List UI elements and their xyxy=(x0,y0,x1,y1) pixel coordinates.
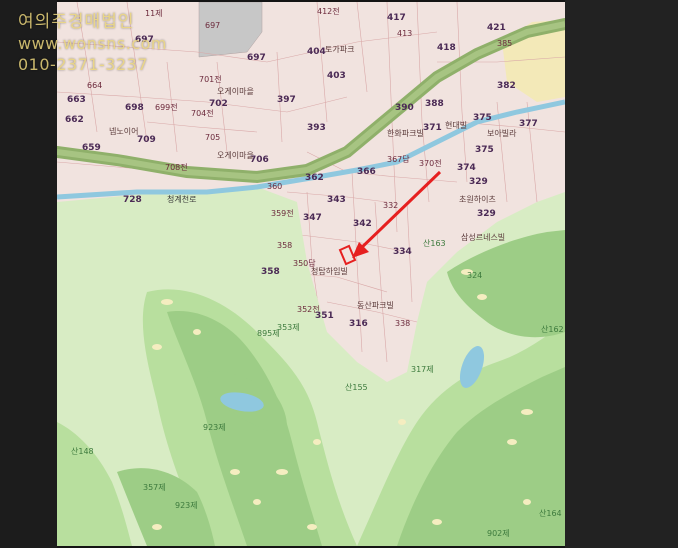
lot-label: 338 xyxy=(395,319,410,328)
lot-label: 413 xyxy=(397,29,412,38)
lot-label: 382 xyxy=(497,81,516,91)
lot-label: 697 xyxy=(135,35,154,45)
place-label: 넵노이어 xyxy=(109,126,138,136)
lot-label: 412전 xyxy=(317,6,340,16)
lot-label: 385 xyxy=(497,39,512,48)
lot-label: 367답 xyxy=(387,154,410,164)
place-label: 보아빌라 xyxy=(487,128,517,138)
lot-label: 산148 xyxy=(71,446,94,456)
lot-label: 421 xyxy=(487,23,506,33)
lot-label: 699전 xyxy=(155,102,178,112)
lot-label: 697 xyxy=(247,53,266,63)
lot-label: 709 xyxy=(137,135,156,145)
lot-label: 357제 xyxy=(143,483,166,492)
lot-label: 390 xyxy=(395,103,414,113)
lot-label: 662 xyxy=(65,115,84,125)
lot-label: 317제 xyxy=(411,365,434,374)
place-label: 동산파크빌 xyxy=(357,300,394,310)
lot-label: 353제 xyxy=(277,323,300,332)
lot-label: 374 xyxy=(457,163,476,173)
lot-label: 698 xyxy=(125,103,144,113)
lot-label: 산164 xyxy=(539,508,562,518)
lot-label: 704전 xyxy=(191,108,214,118)
map-svg: 11제 697 697 697 412전 404 417 421 385 413… xyxy=(57,2,565,546)
lot-label: 404 xyxy=(307,47,326,57)
lot-label: 산155 xyxy=(345,382,368,392)
lot-label: 375 xyxy=(473,113,492,123)
left-border xyxy=(0,0,57,548)
lot-label: 923제 xyxy=(203,423,226,432)
lot-label: 324 xyxy=(467,271,482,280)
right-border xyxy=(565,0,678,548)
lot-label: 343 xyxy=(327,195,346,205)
lot-label: 334 xyxy=(393,247,412,257)
lot-label: 360 xyxy=(267,182,282,191)
place-label: 청탑하임빌 xyxy=(311,266,348,276)
lot-label: 358 xyxy=(277,241,292,250)
lot-label: 417 xyxy=(387,13,406,23)
place-label: 토가파크 xyxy=(325,45,354,54)
lot-label: 332 xyxy=(383,201,398,210)
lot-label: 11제 xyxy=(145,9,163,18)
cadastral-map[interactable]: 11제 697 697 697 412전 404 417 421 385 413… xyxy=(57,2,565,546)
lot-label: 418 xyxy=(437,43,456,53)
place-label: 오게이마을 xyxy=(217,86,254,96)
lot-label: 397 xyxy=(277,95,296,105)
lot-label: 359전 xyxy=(271,208,294,218)
lot-label: 393 xyxy=(307,123,326,133)
lot-label: 316 xyxy=(349,319,368,329)
lot-label: 347 xyxy=(303,213,322,223)
lot-label: 329 xyxy=(469,177,488,187)
lot-label: 702 xyxy=(209,99,228,109)
place-label: 오게이마을 xyxy=(217,150,254,160)
lot-label: 701전 xyxy=(199,74,222,84)
lot-label: 663 xyxy=(67,95,86,105)
lot-label: 377 xyxy=(519,119,538,129)
lot-label: 산163 xyxy=(423,238,446,248)
lot-label: 923제 xyxy=(175,501,198,510)
lot-label: 705 xyxy=(205,133,220,142)
lot-label: 708전 xyxy=(165,162,188,172)
road-label: 청계천로 xyxy=(167,194,196,204)
lot-label: 358 xyxy=(261,267,280,277)
lot-label: 664 xyxy=(87,81,102,90)
lot-label: 728 xyxy=(123,195,142,205)
lot-label: 366 xyxy=(357,167,376,177)
place-label: 초원하이츠 xyxy=(459,194,496,204)
lot-label: 351 xyxy=(315,311,334,321)
lot-label: 388 xyxy=(425,99,444,109)
place-label: 한화파크빌 xyxy=(387,128,424,138)
screenshot-frame: 11제 697 697 697 412전 404 417 421 385 413… xyxy=(0,0,678,548)
place-label: 삼성르네스빌 xyxy=(461,232,505,242)
lot-label: 403 xyxy=(327,71,346,81)
lot-label: 375 xyxy=(475,145,494,155)
lot-label: 362 xyxy=(305,173,324,183)
lot-label: 370전 xyxy=(419,158,442,168)
lot-label: 329 xyxy=(477,209,496,219)
lot-label: 902제 xyxy=(487,529,510,538)
lot-label: 659 xyxy=(82,143,101,153)
lot-label: 371 xyxy=(423,123,442,133)
lot-label: 342 xyxy=(353,219,372,229)
lot-label: 697 xyxy=(205,21,220,30)
place-label: 현대빌 xyxy=(445,120,467,130)
lot-label: 산162 xyxy=(541,324,564,334)
